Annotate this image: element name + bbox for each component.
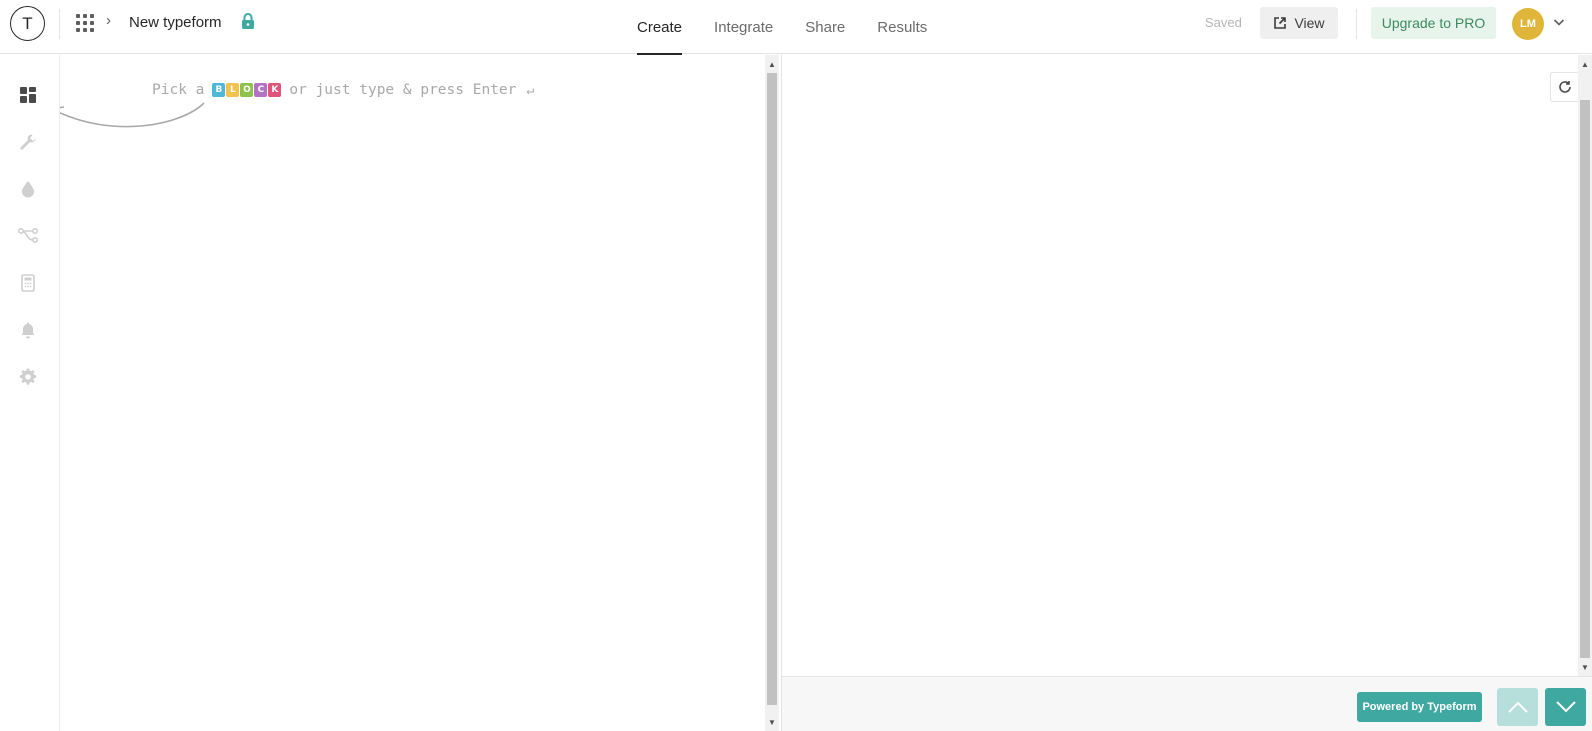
scrollbar-thumb[interactable]: [1580, 100, 1590, 658]
view-button[interactable]: View: [1260, 7, 1338, 39]
main-tabs: Create Integrate Share Results: [621, 0, 943, 55]
form-builder-canvas[interactable]: Pick a B L O C K or just type & press En…: [60, 55, 765, 731]
drop-icon[interactable]: [17, 178, 39, 200]
blocks-icon[interactable]: [17, 84, 39, 106]
tab-share[interactable]: Share: [789, 0, 861, 54]
view-button-label: View: [1294, 15, 1325, 31]
scroll-down-icon[interactable]: ▼: [1578, 660, 1592, 674]
external-link-icon: [1274, 17, 1287, 29]
upgrade-button[interactable]: Upgrade to PRO: [1371, 7, 1496, 39]
form-title[interactable]: New typeform: [129, 14, 222, 31]
lock-icon[interactable]: [241, 12, 255, 35]
top-bar: T › New typeform Create Integrate Share …: [0, 0, 1592, 55]
apps-grid-icon[interactable]: [76, 14, 94, 32]
chevron-right-icon: ›: [106, 12, 111, 29]
logic-jump-icon[interactable]: [17, 225, 39, 247]
wrench-icon[interactable]: [17, 131, 39, 153]
divider: [59, 9, 60, 39]
chevron-down-icon: [1555, 701, 1576, 713]
scroll-up-icon[interactable]: ▲: [1578, 57, 1592, 71]
curved-arrow-icon: [60, 102, 205, 128]
scroll-down-icon[interactable]: ▼: [765, 715, 779, 729]
gear-icon[interactable]: [17, 366, 39, 388]
tab-create[interactable]: Create: [621, 0, 698, 55]
divider: [1356, 9, 1357, 39]
powered-by-typeform-button[interactable]: Powered by Typeform: [1357, 692, 1482, 722]
tab-integrate[interactable]: Integrate: [698, 0, 789, 54]
scroll-up-icon[interactable]: ▲: [765, 57, 779, 71]
saved-status: Saved: [1205, 15, 1242, 30]
avatar[interactable]: LM: [1512, 8, 1544, 40]
previous-question-button[interactable]: [1497, 688, 1538, 726]
block-tile: K: [268, 83, 282, 97]
refresh-icon: [1559, 81, 1571, 93]
next-question-button[interactable]: [1545, 688, 1586, 726]
preview-scrollbar[interactable]: ▲ ▼: [1578, 55, 1592, 676]
tab-results[interactable]: Results: [861, 0, 943, 54]
calculator-icon[interactable]: [17, 272, 39, 294]
bell-icon[interactable]: [17, 319, 39, 341]
chevron-down-icon[interactable]: [1553, 15, 1565, 33]
hint-suffix: or just type & press Enter: [289, 82, 517, 98]
chevron-up-icon: [1507, 701, 1528, 713]
typeform-logo[interactable]: T: [10, 6, 45, 41]
builder-scrollbar[interactable]: ▲ ▼: [765, 55, 779, 731]
scrollbar-thumb[interactable]: [767, 73, 777, 705]
refresh-preview-button[interactable]: [1550, 72, 1580, 102]
block-tile: C: [254, 83, 268, 97]
builder-sidebar: [0, 55, 60, 731]
form-preview: [781, 55, 1592, 676]
block-tile: O: [240, 83, 254, 97]
enter-key-icon: ↵: [526, 82, 535, 98]
